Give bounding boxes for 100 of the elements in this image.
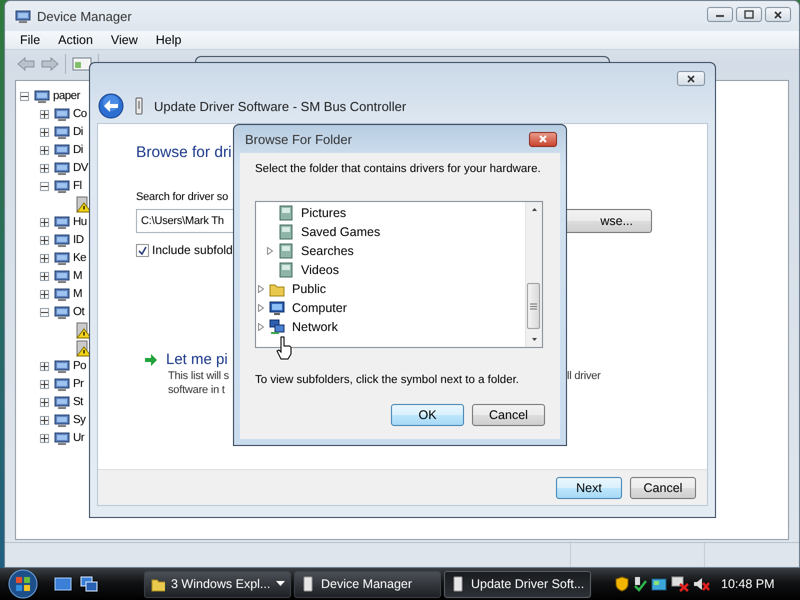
menu-item[interactable]: Help xyxy=(146,33,190,47)
tree-item[interactable]: Public xyxy=(292,282,326,296)
network-disconnected-icon[interactable] xyxy=(671,576,689,592)
tree-toggle[interactable] xyxy=(40,182,49,190)
desktop-icon[interactable] xyxy=(54,576,72,592)
device-icon xyxy=(54,376,70,392)
tree-toggle[interactable] xyxy=(40,128,49,136)
dialog-button[interactable]: OK xyxy=(391,404,464,426)
tree-item[interactable]: M xyxy=(73,288,82,300)
expand-arrow-icon[interactable] xyxy=(258,322,264,330)
device-icon xyxy=(54,232,70,248)
tree-item[interactable]: Ur xyxy=(73,432,84,444)
clock[interactable]: 10:48 PM xyxy=(721,577,775,591)
caret-icon xyxy=(276,581,286,587)
maximize-button[interactable] xyxy=(736,7,762,22)
tree-item[interactable]: Sy xyxy=(73,414,86,426)
dialog-button[interactable]: Cancel xyxy=(630,476,696,498)
expand-arrow-icon[interactable] xyxy=(258,284,264,292)
properties-icon[interactable] xyxy=(72,56,92,72)
tree-item[interactable]: Searches xyxy=(301,244,354,258)
checkmark-icon[interactable] xyxy=(633,576,647,592)
tree-toggle[interactable] xyxy=(40,254,49,262)
tree-toggle[interactable] xyxy=(40,164,49,172)
tree-toggle[interactable] xyxy=(40,398,49,406)
device-icon xyxy=(301,576,315,592)
tree-item[interactable]: Videos xyxy=(301,262,339,276)
dialog-button[interactable]: Next xyxy=(556,476,622,498)
tree-toggle[interactable] xyxy=(40,110,49,118)
close-button[interactable] xyxy=(677,71,705,86)
tree-item[interactable]: Di xyxy=(73,126,83,138)
tree-item[interactable]: Po xyxy=(73,360,86,372)
minimize-button[interactable] xyxy=(707,7,733,22)
tree-item[interactable]: Saved Games xyxy=(301,224,380,238)
close-button[interactable] xyxy=(529,132,557,146)
tree-item[interactable]: St xyxy=(73,396,83,408)
close-button[interactable] xyxy=(765,7,791,22)
option-link[interactable]: Let me pi xyxy=(166,351,228,368)
tree-toggle[interactable] xyxy=(40,434,49,442)
tree-item[interactable]: Pr xyxy=(73,378,84,390)
computer-icon xyxy=(269,300,285,316)
security-shield-icon[interactable] xyxy=(615,576,629,592)
device-icon xyxy=(451,576,465,592)
device-icon xyxy=(34,88,50,104)
back-button[interactable] xyxy=(98,93,124,119)
close-icon xyxy=(772,8,784,20)
tree-toggle[interactable] xyxy=(40,236,49,244)
tree-item[interactable]: Ke xyxy=(73,252,86,264)
checkbox[interactable] xyxy=(136,244,149,256)
taskbar-button[interactable]: 3 Windows Expl... xyxy=(144,570,291,598)
device-icon xyxy=(54,304,70,320)
tree-toggle[interactable] xyxy=(40,218,49,226)
tree-toggle[interactable] xyxy=(40,308,49,316)
windows-icon[interactable] xyxy=(80,576,98,592)
tree-toggle[interactable] xyxy=(40,290,49,298)
tree-toggle[interactable] xyxy=(40,416,49,424)
maximize-icon xyxy=(744,10,754,19)
expand-arrow-icon[interactable] xyxy=(267,246,273,254)
tree-item[interactable]: M xyxy=(73,270,82,282)
tree-item[interactable]: Hu xyxy=(73,216,87,228)
tree-item[interactable]: DV xyxy=(73,162,88,174)
monitor-icon[interactable] xyxy=(651,576,667,592)
dialog-button[interactable]: Cancel xyxy=(472,404,545,426)
device-icon xyxy=(54,142,70,158)
tree-item[interactable]: ID xyxy=(73,234,84,246)
tree-toggle[interactable] xyxy=(20,92,29,100)
menu-item[interactable]: View xyxy=(102,33,147,47)
description-text: ll driver xyxy=(567,370,601,382)
page-heading: Browse for dri xyxy=(136,144,233,162)
checkmark-icon xyxy=(138,246,147,254)
window-title: Device Manager xyxy=(37,8,133,24)
tree-toggle[interactable] xyxy=(40,362,49,370)
taskbar-button[interactable]: Update Driver Soft... xyxy=(444,570,591,598)
tree-toggle[interactable] xyxy=(40,272,49,280)
start-button-icon[interactable] xyxy=(8,569,38,599)
plus-icon xyxy=(41,164,48,172)
tree-toggle[interactable] xyxy=(40,146,49,154)
field-label: Search for driver so xyxy=(136,191,228,203)
taskbar-button[interactable]: Device Manager xyxy=(294,570,441,598)
tree-item[interactable]: Co xyxy=(73,108,87,120)
tree-item[interactable]: Pictures xyxy=(301,206,346,220)
plus-icon xyxy=(41,434,48,442)
menu-item[interactable]: Action xyxy=(49,33,102,47)
menu-item[interactable]: File xyxy=(11,33,50,47)
scrollbar[interactable] xyxy=(525,202,542,347)
description-text: software in t xyxy=(168,384,225,396)
expand-arrow-icon[interactable] xyxy=(258,304,264,312)
tree-item[interactable]: Ot xyxy=(73,306,84,318)
device-icon xyxy=(54,268,70,284)
plus-icon xyxy=(41,272,48,280)
library-folder-icon xyxy=(278,224,294,240)
tree-item[interactable]: Network xyxy=(292,320,338,334)
tree-toggle[interactable] xyxy=(40,380,49,388)
plus-icon xyxy=(41,236,48,244)
tree-item[interactable]: paper xyxy=(53,90,80,102)
plus-icon xyxy=(41,398,48,406)
tree-item[interactable]: Computer xyxy=(292,300,347,314)
hint-text: To view subfolders, click the symbol next to a folder. xyxy=(255,374,519,386)
tree-item[interactable]: Fl xyxy=(73,180,82,192)
speaker-muted-icon[interactable] xyxy=(693,576,711,592)
tree-item[interactable]: Di xyxy=(73,144,83,156)
